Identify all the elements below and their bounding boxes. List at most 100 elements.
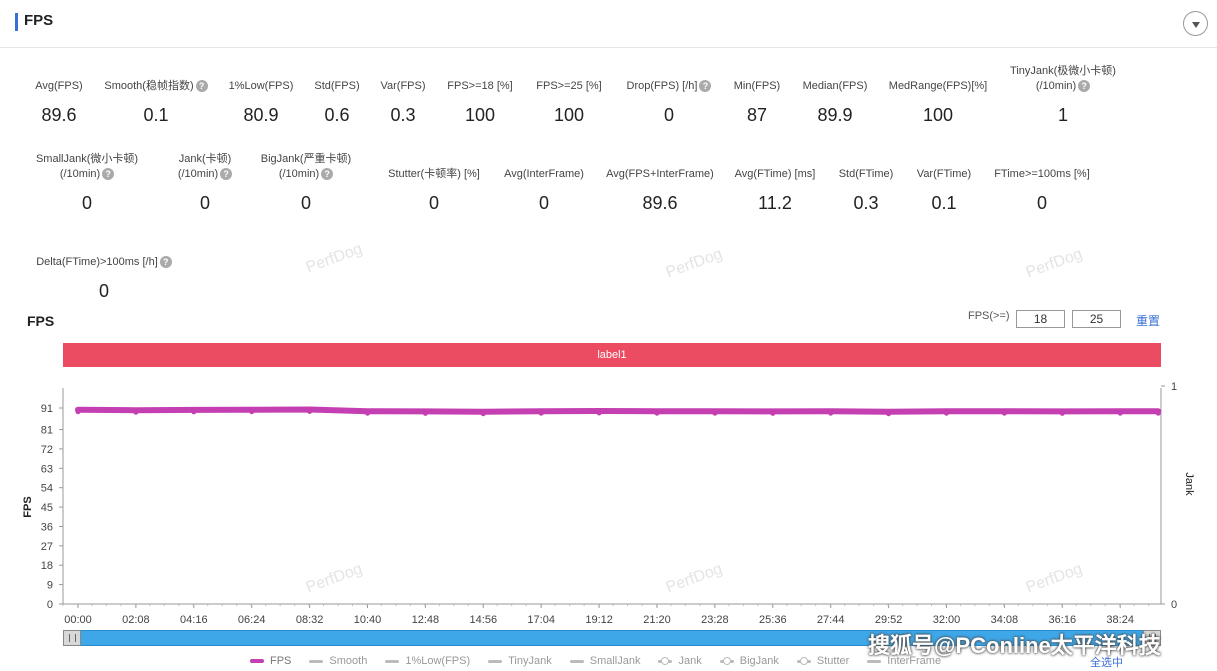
x-tick-label: 19:12 <box>585 614 613 626</box>
fps-point <box>307 409 313 414</box>
fps-point <box>1059 410 1065 416</box>
fps-threshold-1-input[interactable] <box>1016 310 1065 328</box>
fps-point <box>944 410 949 416</box>
x-tick-label: 17:04 <box>527 614 555 626</box>
x-tick-label: 02:08 <box>122 614 150 626</box>
help-icon[interactable]: ? <box>159 256 172 269</box>
legend-label: BigJank <box>739 655 779 667</box>
x-tick-label: 21:20 <box>643 614 671 626</box>
fps-point <box>191 409 197 415</box>
y-tick-label: 91 <box>41 403 53 415</box>
fps-point <box>654 410 660 416</box>
x-tick-label: 08:32 <box>296 614 324 626</box>
x-tick-label: 14:56 <box>470 614 498 626</box>
corner-watermark: 搜狐号@PConline太平洋科技 <box>868 633 1161 658</box>
slider-handle-left[interactable] <box>63 630 81 646</box>
y-axis-title: FPS <box>22 496 34 517</box>
y-tick-label: 36 <box>41 521 53 533</box>
y-tick-label: 63 <box>41 463 53 475</box>
x-tick-label: 27:44 <box>817 614 845 626</box>
legend-label: Stutter <box>816 655 850 667</box>
legend-label: Jank <box>678 655 702 667</box>
x-tick-label: 25:36 <box>759 614 787 626</box>
reset-link[interactable]: 重置 <box>1136 312 1160 329</box>
chart-legend: FPS Smooth 1%Low(FPS) TinyJank SmallJank Jank… <box>250 654 941 668</box>
metric-label-text: Delta(FTime)>100ms [/h]? <box>24 255 184 270</box>
fps-point <box>712 410 718 416</box>
legend-swatch <box>796 656 811 665</box>
help-icon[interactable]: ? <box>321 168 334 181</box>
fps-series-line <box>75 406 1162 415</box>
legend-label: FPS <box>270 655 292 667</box>
legend-item-smooth[interactable]: Smooth <box>309 654 367 668</box>
x-tick-label: 23:28 <box>701 614 729 626</box>
legend-item-jank[interactable]: Jank <box>658 654 702 668</box>
x-tick-label: 04:16 <box>180 614 208 626</box>
watermark-text: PerfDog <box>663 245 725 282</box>
legend-item-smalljank[interactable]: SmallJank <box>569 654 641 668</box>
x-tick-label: 36:16 <box>1049 614 1077 626</box>
legend-label: Smooth <box>329 655 368 667</box>
y-tick-label: 72 <box>41 444 53 456</box>
legend-label: SmallJank <box>589 655 641 667</box>
fps-point <box>480 411 486 417</box>
metric-label: TinyJank(极微小卡顿) (/10min)? <box>983 64 1143 94</box>
fps-point <box>538 410 544 416</box>
legend-swatch <box>569 659 584 663</box>
legend-label: TinyJank <box>508 655 552 667</box>
x-tick-label: 38:24 <box>1106 614 1134 626</box>
fps-point <box>75 409 81 415</box>
help-icon[interactable]: ? <box>1078 80 1091 93</box>
legend-item-tinyjank[interactable]: TinyJank <box>488 654 552 668</box>
chart-title: FPS <box>27 313 55 329</box>
fps-point <box>133 409 139 415</box>
x-tick-label: 29:52 <box>875 614 903 626</box>
legend-swatch <box>719 656 734 665</box>
fps-point <box>596 410 602 416</box>
legend-swatch <box>309 659 324 663</box>
fps-chart: 0 9 18 27 36 45 54 63 72 81 91 0 1 FPS Jank 00:00 02:08 0… <box>22 381 1195 626</box>
metric-label-text: FTime>=100ms [%] <box>994 168 1090 180</box>
legend-swatch <box>385 659 400 663</box>
y-tick-label: 0 <box>47 599 53 611</box>
metric-label-text: TinyJank(极微小卡顿) <box>1010 65 1116 77</box>
legend-label: 1%Low(FPS) <box>405 655 471 667</box>
fps-point <box>886 411 892 417</box>
legend-item-fps[interactable]: FPS <box>250 654 291 668</box>
metric-value: 0 <box>98 281 109 301</box>
help-icon[interactable]: ? <box>102 168 115 181</box>
y2-axis-title: Jank <box>1183 472 1195 496</box>
fps-point <box>1117 410 1123 416</box>
fps-point <box>365 410 370 416</box>
chevron-down-icon <box>1191 21 1200 28</box>
fps-point <box>1001 410 1007 416</box>
y-tick-label: 54 <box>41 483 53 495</box>
x-tick-label: 00:00 <box>64 614 92 626</box>
y2-tick-label: 0 <box>1171 599 1177 611</box>
legend-swatch <box>250 659 264 663</box>
legend-item-bigjank[interactable]: BigJank <box>719 654 779 668</box>
section-header: FPS <box>0 0 1217 48</box>
fps-point <box>770 410 776 416</box>
fps-threshold-2-input[interactable] <box>1072 310 1121 328</box>
metric-1-11: TinyJank(极微小卡顿) (/10min)? 1 <box>983 64 1143 126</box>
label-bar[interactable]: label1 <box>63 343 1161 367</box>
legend-item-stutter[interactable]: Stutter <box>796 654 850 668</box>
x-tick-label: 06:24 <box>238 614 266 626</box>
x-tick-label: 10:40 <box>354 614 382 626</box>
legend-swatch <box>658 656 673 665</box>
fps-filter-label: FPS(>=) <box>968 310 1010 322</box>
watermark-text: PerfDog <box>303 240 365 277</box>
legend-item-1-low-fps-[interactable]: 1%Low(FPS) <box>385 654 470 668</box>
metric-2-9: FTime>=100ms [%] 0 <box>962 152 1122 214</box>
metric-3-0: Delta(FTime)>100ms [/h]? 0 <box>24 240 184 302</box>
y-tick-label: 18 <box>41 560 53 572</box>
metric-label: Delta(FTime)>100ms [/h]? <box>24 255 184 270</box>
x-tick-label: 12:48 <box>412 614 440 626</box>
x-tick-label: 32:00 <box>933 614 961 626</box>
legend-swatch <box>488 659 503 663</box>
collapse-button[interactable] <box>1183 11 1208 36</box>
section-accent-bar <box>15 13 18 31</box>
watermark-text: PerfDog <box>1023 245 1085 282</box>
section-title: FPS <box>24 12 54 29</box>
